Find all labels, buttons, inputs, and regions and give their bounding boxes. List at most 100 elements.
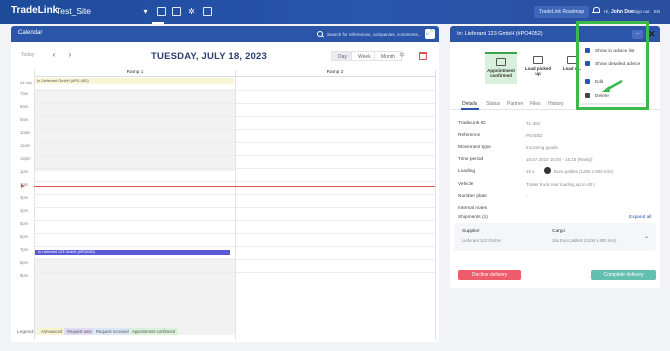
view-month-button[interactable]: Month [374,51,402,61]
calendar-title: Calendar [18,30,43,36]
chevron-right-icon[interactable]: › [65,50,75,60]
hour-gridline [34,90,435,91]
pallet-icon [544,167,551,174]
time-label: 8am [20,104,29,109]
time-label: 11am [20,143,31,148]
tab-details[interactable]: Details [462,101,477,107]
legend-announced: Announced [38,328,66,335]
allday-label: All day [20,80,33,85]
language-switcher[interactable]: EN [654,9,660,14]
closed-hours-shade [35,258,235,335]
chevron-down-icon[interactable]: ⌄ [644,233,649,240]
field-value: Incoming goods [526,145,558,150]
expand-icon[interactable] [425,28,435,39]
active-nav-indicator [152,22,164,24]
hour-gridline [34,259,435,260]
hour-gridline [34,233,435,234]
bell-icon[interactable] [592,7,600,14]
time-label: 1pm [20,169,29,174]
roadmap-button[interactable]: TradeLink Roadmap [534,6,590,18]
time-label: 4pm [20,208,29,213]
cargo-value: 15x Euro pallets (1200 x 800 mm) [552,238,617,243]
hour-gridline [34,246,435,247]
grid-divider [435,70,436,340]
settings-icon[interactable]: ✲ [399,52,407,60]
grid-divider [235,70,236,340]
hour-gridline [34,272,435,273]
field-label: Number plate [458,194,487,199]
time-label: 6pm [20,234,29,239]
time-label: 7pm [20,247,29,252]
current-time-line [34,186,435,187]
today-button[interactable]: Today [21,52,34,58]
shipments-label: Shipments (1) [458,215,488,220]
tab-history[interactable]: History [548,101,564,107]
cargo-label: Cargo [552,229,566,234]
expand-all-link[interactable]: Expand all [629,215,651,220]
step-label: Load picked up [524,66,552,76]
step-load-picked-up: Load picked up [522,52,554,84]
document-icon[interactable] [203,7,212,16]
top-navigation-bar: TradeLink Test_Site ▾ ✲ TradeLink Roadma… [0,0,670,24]
time-label: 9am [20,117,29,122]
tab-partner[interactable]: Partner [507,101,523,107]
legend-label: Legend: [17,330,35,335]
field-label: Movement type [458,145,491,150]
field-value: PO4052 [526,133,543,138]
field-label: Internal notes [458,206,488,211]
complete-delivery-button[interactable]: Complete delivery [591,270,656,280]
chevron-down-icon[interactable]: ▾ [141,7,150,16]
field-value: Trailer truck rear loading up to 40 t [526,182,595,187]
gear-icon[interactable]: ✲ [187,7,196,16]
hour-gridline [34,103,435,104]
chevron-left-icon[interactable]: ‹ [49,50,59,60]
grid-divider [34,70,35,340]
hour-gridline [34,194,435,195]
close-icon[interactable]: ✕ [648,29,656,40]
resource-header-ramp-1: Ramp 1 [35,70,235,77]
annotation-highlight-box [576,21,649,110]
list-icon[interactable] [172,7,181,16]
time-label: 5pm [20,221,29,226]
supplier-label: Supplier [462,229,480,234]
hour-gridline [34,142,435,143]
calendar-panel: Calendar Today ‹ › TUESDAY, JULY 18, 202… [11,26,439,342]
annotation-arrow-icon [602,79,623,92]
calendar-header: Calendar [11,26,439,42]
field-value: TL-481 [526,121,541,126]
time-label: 10am [20,130,31,135]
field-label: Reference [458,133,481,138]
legend-request-sent: Request sent [64,328,95,335]
site-name[interactable]: Test_Site [56,6,91,16]
field-value: 15 x [526,169,535,174]
hour-gridline [34,220,435,221]
step-label: Appointment confirmed [487,68,515,78]
time-label: 8pm [20,260,29,265]
step-appointment-confirmed: Appointment confirmed [485,52,517,84]
current-date: TUESDAY, JULY 18, 2023 [151,51,268,62]
greeting-prefix: Hi, [604,9,610,14]
hour-gridline [34,155,435,156]
user-name[interactable]: John Doe [611,9,634,15]
appointment-event[interactable]: In Lieferant 123 GmbH (#P04052) [35,250,230,255]
field-value: Euro pallets (1200 x 800 mm) [554,169,614,174]
allday-event[interactable]: In Lieferant GmbH (#P0-452) [35,78,234,84]
time-label: 3pm [20,195,29,200]
calendar-icon[interactable] [157,7,166,16]
sign-out-link[interactable]: Sign out [633,9,650,14]
calendar-grid-icon [496,58,506,66]
details-title: In: Lieferant 123 GmbH (#PO4052) [457,31,543,37]
brand-logo[interactable]: TradeLink [11,5,58,16]
tab-files[interactable]: Files [530,101,541,107]
search-input[interactable] [327,30,432,38]
field-value: 18.07.2023 15:00 - 15:15 (Ramp) [526,157,593,162]
hour-gridline [34,181,435,182]
time-label: 9pm [20,273,29,278]
decline-delivery-button[interactable]: Decline delivery [458,270,521,280]
shipment-card[interactable]: Supplier Lieferant 123 GmbH Cargo 15x Eu… [454,223,656,251]
calendar-picker-icon[interactable] [419,52,427,60]
hour-gridline [34,116,435,117]
time-label: 12pm [20,156,31,161]
tab-status[interactable]: Status [486,101,500,107]
field-label: Time period [458,157,484,162]
